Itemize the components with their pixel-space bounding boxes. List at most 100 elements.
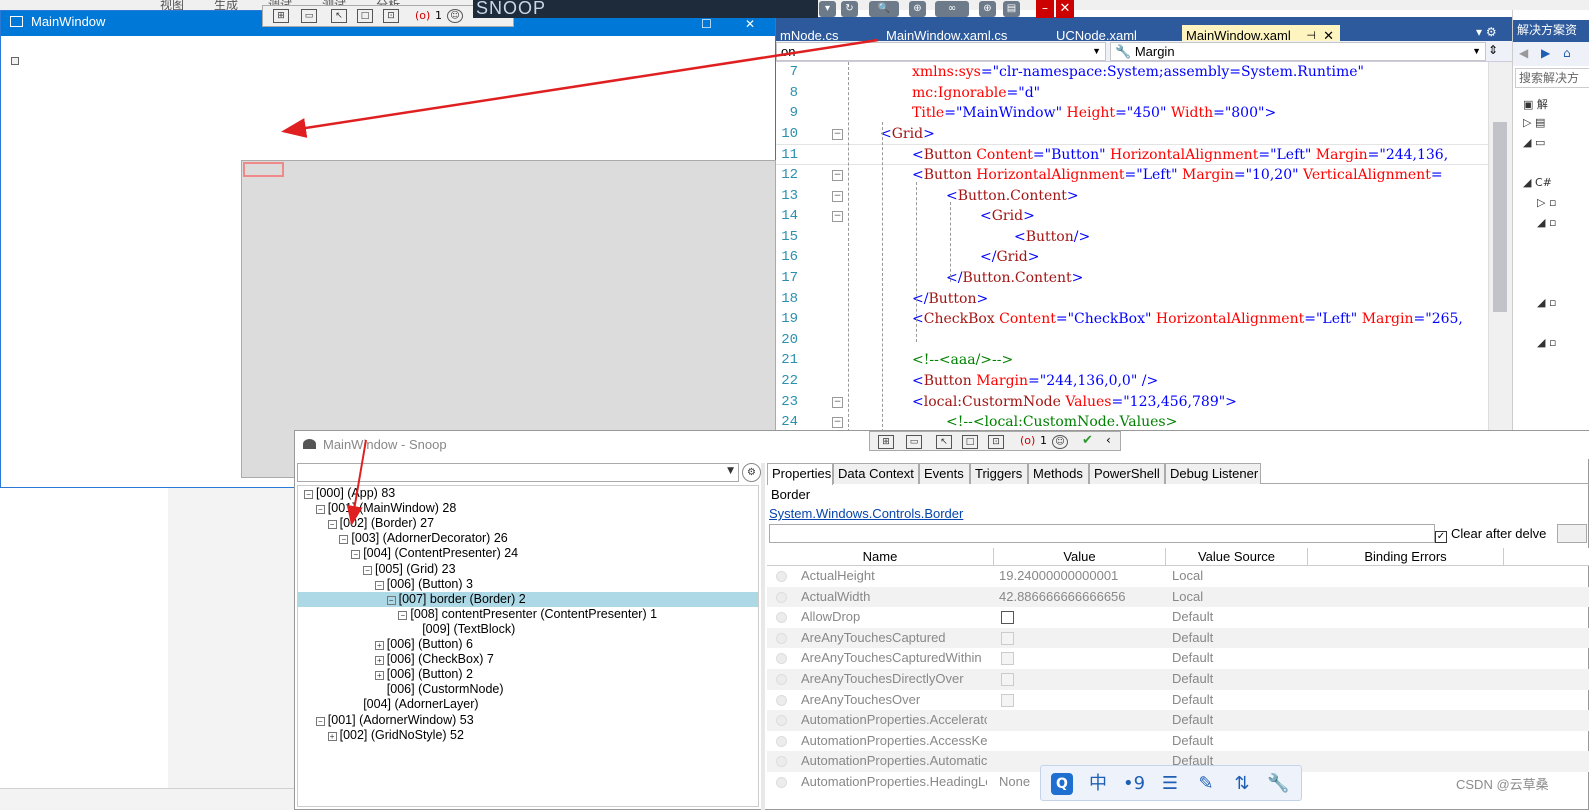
tab-methods[interactable]: Methods xyxy=(1028,463,1089,484)
tools-icon[interactable]: ⇅ xyxy=(1231,773,1253,795)
property-marker-icon[interactable] xyxy=(776,591,787,603)
collapse-icon[interactable]: − xyxy=(398,610,408,620)
close-icon[interactable]: ✕ xyxy=(1056,0,1074,18)
home-icon[interactable]: ⌂ xyxy=(1563,46,1571,60)
tree-node[interactable]: [009] (TextBlock) xyxy=(298,622,758,637)
collapse-icon[interactable]: − xyxy=(832,128,843,140)
pointer-icon[interactable]: ↖ xyxy=(331,9,347,23)
collapse-icon[interactable]: − xyxy=(832,396,843,408)
column-header-value[interactable]: Value xyxy=(994,548,1166,566)
tree-filter-combo[interactable]: ▼ xyxy=(297,463,739,482)
code-editor[interactable]: 7 xmlns:sys="clr-namespace:System;assembl… xyxy=(776,62,1488,432)
column-header-binding-errors[interactable]: Binding Errors xyxy=(1308,548,1504,566)
property-row[interactable]: AutomationProperties.AccessKey Default xyxy=(767,731,1589,752)
property-row[interactable]: ActualWidth 42.886666666666656 Local xyxy=(767,586,1589,608)
property-value-checkbox[interactable] xyxy=(1001,611,1014,625)
code-line[interactable]: 7 xmlns:sys="clr-namespace:System;assembl… xyxy=(776,62,1488,83)
property-filter-input[interactable] xyxy=(769,524,1435,543)
vertical-scrollbar[interactable] xyxy=(1488,62,1512,432)
tab-properties[interactable]: Properties xyxy=(767,463,833,485)
splitter[interactable] xyxy=(761,463,765,810)
expand-icon[interactable]: + xyxy=(374,641,384,650)
punctuation-icon[interactable]: •9 xyxy=(1123,773,1145,795)
tree-item[interactable]: ▷ ▫ xyxy=(1537,196,1556,209)
property-row[interactable]: AreAnyTouchesCaptured Default xyxy=(767,627,1589,649)
property-marker-icon[interactable] xyxy=(776,715,787,727)
code-line[interactable]: 8 mc:Ignorable="d" xyxy=(776,83,1488,104)
type-dropdown[interactable]: on ▼ xyxy=(776,42,1106,61)
keyboard-icon[interactable]: ☰ xyxy=(1159,773,1181,795)
expand-icon[interactable]: + xyxy=(374,671,384,681)
tree-node[interactable]: − [007] border (Border) 2 xyxy=(298,591,758,607)
tree-node[interactable]: − [005] (Grid) 23 xyxy=(298,562,758,577)
solution-search-input[interactable]: 搜索解决方 xyxy=(1515,68,1589,88)
tree-item[interactable]: ◢ ▭ xyxy=(1523,136,1545,149)
chevron-down-icon[interactable]: ▾ xyxy=(819,1,836,17)
code-line[interactable]: 9 Title="MainWindow" Height="450" Width="… xyxy=(776,103,1488,124)
property-marker-icon[interactable] xyxy=(776,674,787,685)
property-row[interactable]: AllowDrop Default xyxy=(767,607,1589,628)
tab-data-context[interactable]: Data Context xyxy=(833,463,919,484)
property-row[interactable]: ActualHeight 19.24000000000001 Local xyxy=(767,566,1589,587)
handwrite-icon[interactable]: ✎ xyxy=(1195,773,1217,795)
clear-button[interactable] xyxy=(1557,524,1587,543)
target-icon[interactable]: ⊕ xyxy=(979,1,996,17)
tree-node[interactable]: − [003] (AdornerDecorator) 26 xyxy=(298,531,758,546)
tree-node[interactable]: + [002] (GridNoStyle) 52 xyxy=(298,728,758,743)
tab-debug-listener[interactable]: Debug Listener xyxy=(1165,463,1261,484)
property-row[interactable]: AutomationProperties.Acceleratc Default xyxy=(767,710,1589,731)
collapse-icon[interactable]: ‹ xyxy=(1106,433,1111,447)
property-value[interactable]: 19.24000000000001 xyxy=(999,566,1167,586)
pointer-icon[interactable]: ↖ xyxy=(936,435,952,449)
tab-events[interactable]: Events xyxy=(919,463,970,484)
tree-node[interactable]: + [006] (CheckBox) 7 xyxy=(298,652,758,667)
property-row[interactable]: AreAnyTouchesCapturedWithin Default xyxy=(767,648,1589,669)
camera-icon[interactable]: ▭ xyxy=(301,9,317,23)
scrollbar-thumb[interactable] xyxy=(1493,122,1507,312)
magnify-icon[interactable]: 🔍 xyxy=(869,1,899,17)
minimize-icon[interactable]: – xyxy=(1036,0,1054,18)
forward-icon[interactable]: ▶ xyxy=(1541,46,1550,60)
collapse-icon[interactable]: − xyxy=(351,550,361,560)
tree-node[interactable]: − [002] (Border) 27 xyxy=(298,516,758,531)
frame-icon[interactable]: □ xyxy=(962,435,978,449)
back-icon[interactable]: ◀ xyxy=(1519,46,1528,60)
property-value[interactable]: 42.886666666666656 xyxy=(999,587,1167,607)
property-row[interactable]: AreAnyTouchesOver Default xyxy=(767,690,1589,711)
tree-node[interactable]: − [006] (Button) 3 xyxy=(298,577,758,592)
collapse-icon[interactable]: − xyxy=(304,490,313,499)
accessibility-icon[interactable]: ☺ xyxy=(447,9,463,23)
property-marker-icon[interactable] xyxy=(776,571,787,582)
tree-item[interactable]: ◢ ▫ xyxy=(1537,296,1556,309)
tree-node[interactable]: − [008] contentPresenter (ContentPresente… xyxy=(298,607,758,622)
column-header-source[interactable]: Value Source xyxy=(1166,548,1308,566)
settings-icon[interactable]: ▤ xyxy=(1003,1,1020,17)
collapse-icon[interactable]: − xyxy=(327,520,337,530)
collapse-icon[interactable]: − xyxy=(363,565,372,575)
crosshair-icon[interactable]: ⊕ xyxy=(909,1,926,17)
clear-after-delve-checkbox[interactable]: ✓ Clear after delve xyxy=(1435,526,1546,543)
collapse-icon[interactable]: − xyxy=(315,716,325,726)
collapse-icon[interactable]: − xyxy=(832,211,843,223)
collapse-icon[interactable]: − xyxy=(386,595,396,605)
tree-node[interactable]: [004] (AdornerLayer) xyxy=(298,697,758,712)
events-icon[interactable]: (o) xyxy=(415,9,430,22)
tab-powershell[interactable]: PowerShell xyxy=(1089,463,1165,484)
tab-overflow-icon[interactable]: ▾ ⚙ xyxy=(1476,25,1497,39)
property-row[interactable]: AreAnyTouchesDirectlyOver Default xyxy=(767,669,1589,690)
refresh-icon[interactable]: ↻ xyxy=(841,1,858,17)
collapse-icon[interactable]: − xyxy=(832,417,843,429)
expand-icon[interactable]: + xyxy=(374,656,384,666)
property-marker-icon[interactable] xyxy=(776,694,787,706)
tab-triggers[interactable]: Triggers xyxy=(970,463,1028,484)
split-icon[interactable]: ⇕ xyxy=(1488,43,1498,57)
collapse-icon[interactable]: − xyxy=(339,535,349,545)
tree-node[interactable]: − [001] (MainWindow) 28 xyxy=(298,501,758,516)
type-link[interactable]: System.Windows.Controls.Border xyxy=(769,506,963,521)
checkmark-icon[interactable]: ✓ xyxy=(1435,531,1447,543)
frame-icon[interactable]: □ xyxy=(357,9,373,23)
property-marker-icon[interactable] xyxy=(776,735,787,747)
tree-node[interactable]: − [000] (App) 83 xyxy=(298,486,758,501)
property-marker-icon[interactable] xyxy=(776,632,787,644)
tree-node[interactable]: + [006] (Button) 6 xyxy=(298,637,758,652)
